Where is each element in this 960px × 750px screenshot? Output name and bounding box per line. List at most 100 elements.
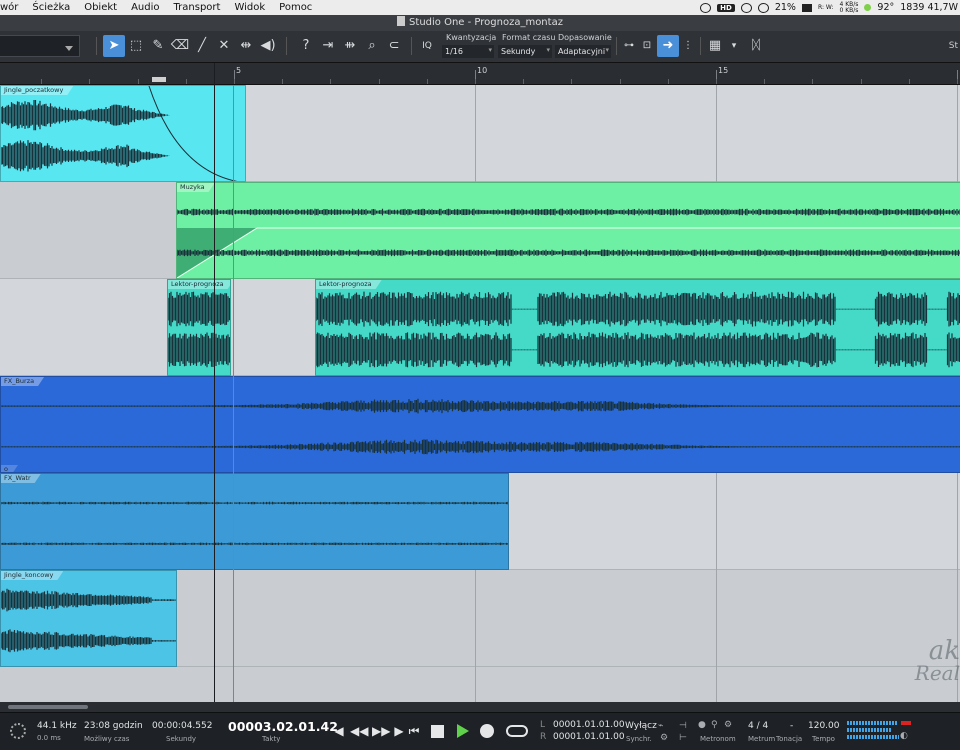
metronome-icon[interactable]: ⚲	[711, 720, 718, 730]
waveform-channel	[177, 249, 960, 257]
bend-tool-icon[interactable]: ⇹	[235, 35, 257, 57]
bars-display[interactable]: 00003.02.01.42	[228, 719, 338, 734]
fade-out-curve[interactable]	[1, 86, 246, 182]
quantize-icon[interactable]: IQ	[416, 35, 438, 57]
playhead-line[interactable]	[214, 63, 215, 703]
tempo-value[interactable]: 120.00	[808, 721, 840, 731]
snap-right-arrow-icon[interactable]: ➜	[657, 35, 679, 57]
metronome-settings-icon[interactable]: ⚙	[724, 720, 732, 730]
battery-icon[interactable]	[801, 3, 812, 12]
menu-item-help[interactable]: Pomoc	[279, 2, 312, 13]
performance-icon[interactable]	[10, 723, 26, 739]
net-down: 0 KB/s	[839, 6, 859, 14]
time-signature[interactable]: 4 / 4	[748, 721, 768, 731]
arrow-tool-icon[interactable]: ➤	[103, 35, 125, 57]
zoom-icon[interactable]: ⌕	[361, 35, 383, 57]
menu-item-file[interactable]: wór	[0, 2, 18, 13]
upload-icon[interactable]	[740, 2, 752, 13]
mute-tool-icon[interactable]: ✕	[213, 35, 235, 57]
audio-event-music[interactable]: Muzyka	[176, 182, 960, 279]
toolbar: ➤ ⬚ ✎ ⌫ ╱ ✕ ⇹ ◀) ? ⇥ ⇻ ⌕ ⊂ IQ Kwantyzacj…	[0, 31, 960, 63]
scrollbar-thumb[interactable]	[8, 705, 88, 709]
loop-right-value[interactable]: 00001.01.01.00	[553, 732, 625, 742]
battery-percent[interactable]: 21%	[775, 2, 796, 13]
audio-event-narrator-1[interactable]: Lektor-prognoza	[167, 279, 231, 376]
quantize-select[interactable]: 1/16	[442, 45, 494, 58]
goto-start-icon[interactable]: ⏮	[405, 724, 423, 739]
help-icon[interactable]: ?	[295, 35, 317, 57]
status-right-text[interactable]: 1839 41,7W	[900, 2, 958, 13]
temperature[interactable]: 92°	[877, 2, 894, 13]
waveform	[1, 501, 508, 546]
infinity-icon[interactable]	[757, 2, 769, 13]
ruler-minor-tick	[186, 79, 187, 84]
menu-item-audio[interactable]: Audio	[131, 2, 159, 13]
waveform	[316, 291, 960, 368]
audio-event-jingle-end[interactable]: Jingle_koncowy	[0, 570, 177, 667]
view-selector-dropdown[interactable]	[0, 35, 80, 57]
eraser-tool-icon[interactable]: ⌫	[169, 35, 191, 57]
metronome-dot-icon[interactable]: ●	[698, 720, 706, 730]
snap-forward-icon[interactable]: ⇥	[317, 35, 339, 57]
stop-button[interactable]	[431, 725, 444, 738]
ruler-minor-tick	[668, 79, 669, 84]
menu-item-track[interactable]: Ścieżka	[32, 2, 70, 13]
precount-icon[interactable]: ⊣	[679, 721, 687, 731]
seconds-display[interactable]: 00:00:04.552	[152, 721, 212, 731]
timebase-select[interactable]: Sekundy	[498, 45, 552, 58]
meter-bar-right	[847, 728, 891, 732]
waveform-channel	[168, 291, 230, 327]
listen-tool-icon[interactable]: ◀)	[257, 35, 279, 57]
chevron-down-icon[interactable]: ▾	[723, 35, 745, 57]
menu-item-event[interactable]: Obiekt	[84, 2, 117, 13]
timeline-ruler[interactable]: 5 10 15	[0, 63, 960, 85]
key-value[interactable]: -	[790, 721, 793, 731]
toolbar-separator	[96, 37, 97, 55]
snap-to-event-icon[interactable]: ⊡	[636, 35, 658, 57]
hd-icon[interactable]: HD	[717, 3, 735, 12]
sync-wave-icon[interactable]: ⌁	[658, 721, 663, 731]
status-dot-icon	[864, 4, 872, 11]
range-tool-icon[interactable]: ⬚	[125, 35, 147, 57]
magnet-icon[interactable]: ⊂	[383, 35, 405, 57]
autoscroll-icon[interactable]: ⋮	[677, 35, 699, 57]
snap-grid-icon[interactable]: ⇻	[339, 35, 361, 57]
toolbar-right-label[interactable]: St	[949, 41, 958, 51]
time-signature-label: Metrum	[748, 735, 776, 743]
loop-start-icon[interactable]: ◀	[330, 724, 348, 738]
record-button[interactable]	[480, 724, 494, 738]
ruler-minor-tick	[379, 79, 380, 84]
toolbar-separator	[700, 37, 701, 55]
latency: 0.0 ms	[37, 734, 61, 742]
loop-left-value[interactable]: 00001.01.01.00	[553, 720, 625, 730]
menu-item-view[interactable]: Widok	[234, 2, 265, 13]
menu-bar: wór Ścieżka Obiekt Audio Transport Widok…	[0, 0, 960, 15]
menu-item-transport[interactable]: Transport	[174, 2, 221, 13]
record-status-icon[interactable]	[700, 2, 712, 13]
sync-value[interactable]: Wyłącz	[625, 721, 657, 731]
sync-settings-icon[interactable]: ⚙	[660, 733, 668, 743]
snap-select[interactable]: Adaptacyjni	[555, 45, 611, 58]
audio-event-narrator-2[interactable]: Lektor-prognoza	[315, 279, 960, 376]
play-button[interactable]	[457, 724, 469, 738]
loop-button[interactable]	[506, 725, 528, 737]
meter-toggle-icon[interactable]: ◐	[900, 731, 908, 741]
cursor-marker[interactable]	[152, 77, 166, 82]
event-label: FX_Watr	[1, 474, 41, 483]
timecode-icon[interactable]: ᛞ	[745, 35, 767, 57]
horizontal-scrollbar[interactable]	[0, 702, 960, 712]
clip-indicator[interactable]	[901, 721, 911, 725]
arrangement-view[interactable]: Jingle_poczatkowy Muzyka Lektor-prognoza…	[0, 85, 960, 702]
fast-forward-icon[interactable]: ▶▶	[372, 724, 390, 738]
audio-event-fx-storm[interactable]: FX_Burza o	[0, 376, 960, 473]
split-tool-icon[interactable]: ✎	[147, 35, 169, 57]
ruler-label: 15	[718, 66, 729, 75]
punch-icon[interactable]: ⊢	[679, 733, 687, 743]
watermark-line-2: Real	[914, 661, 960, 685]
waveform-channel	[1, 439, 960, 455]
audio-event-fx-wind[interactable]: FX_Watr	[0, 473, 509, 570]
rewind-icon[interactable]: ◀◀	[350, 724, 368, 738]
paint-tool-icon[interactable]: ╱	[191, 35, 213, 57]
network-speed[interactable]: 4 KB/s 0 KB/s	[839, 1, 859, 14]
audio-event-jingle-start[interactable]: Jingle_poczatkowy	[0, 85, 246, 182]
